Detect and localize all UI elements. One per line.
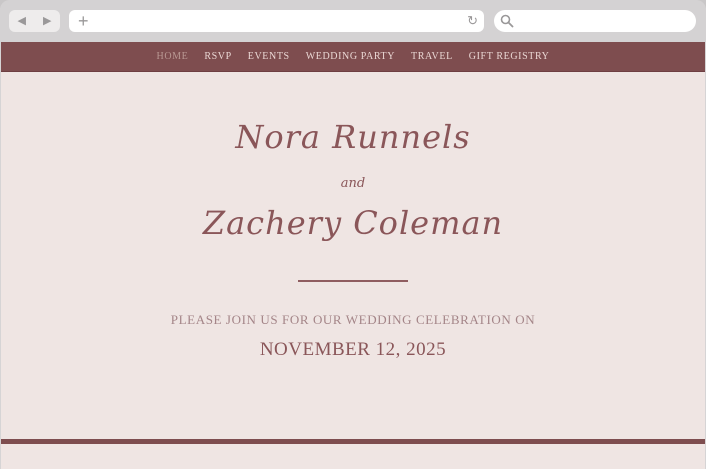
partner-one-name: Nora Runnels bbox=[235, 118, 471, 156]
history-buttons: ◀ ▶ bbox=[9, 10, 60, 32]
plus-icon[interactable]: + bbox=[78, 11, 89, 31]
and-connector: and bbox=[340, 176, 366, 191]
browser-search-field[interactable] bbox=[494, 10, 696, 32]
nav-rsvp[interactable]: RSVP bbox=[204, 51, 231, 62]
back-arrow-icon[interactable]: ◀ bbox=[18, 15, 26, 27]
partner-two-name: Zachery Coleman bbox=[202, 204, 504, 242]
nav-events[interactable]: EVENTS bbox=[248, 51, 290, 62]
forward-arrow-icon[interactable]: ▶ bbox=[43, 15, 51, 27]
wedding-website-page: HOME RSVP EVENTS WEDDING PARTY TRAVEL GI… bbox=[1, 42, 705, 469]
browser-toolbar: ◀ ▶ + ↻ bbox=[0, 0, 706, 42]
site-navigation: HOME RSVP EVENTS WEDDING PARTY TRAVEL GI… bbox=[1, 42, 705, 72]
page-bottom bbox=[1, 444, 705, 469]
address-bar[interactable]: + ↻ bbox=[69, 10, 484, 32]
nav-home[interactable]: HOME bbox=[157, 51, 189, 62]
wedding-date: NOVEMBER 12, 2025 bbox=[259, 339, 447, 360]
search-icon bbox=[500, 14, 514, 28]
browser-window: ◀ ▶ + ↻ HOME RSVP EVENTS WEDDING PARTY T… bbox=[0, 0, 706, 469]
nav-wedding-party[interactable]: WEDDING PARTY bbox=[306, 51, 395, 62]
invitation-text: PLEASE JOIN US FOR OUR WEDDING CELEBRATI… bbox=[170, 312, 536, 327]
nav-travel[interactable]: TRAVEL bbox=[411, 51, 453, 62]
section-divider bbox=[298, 280, 408, 282]
reload-icon[interactable]: ↻ bbox=[467, 13, 478, 29]
nav-gift-registry[interactable]: GIFT REGISTRY bbox=[469, 51, 550, 62]
